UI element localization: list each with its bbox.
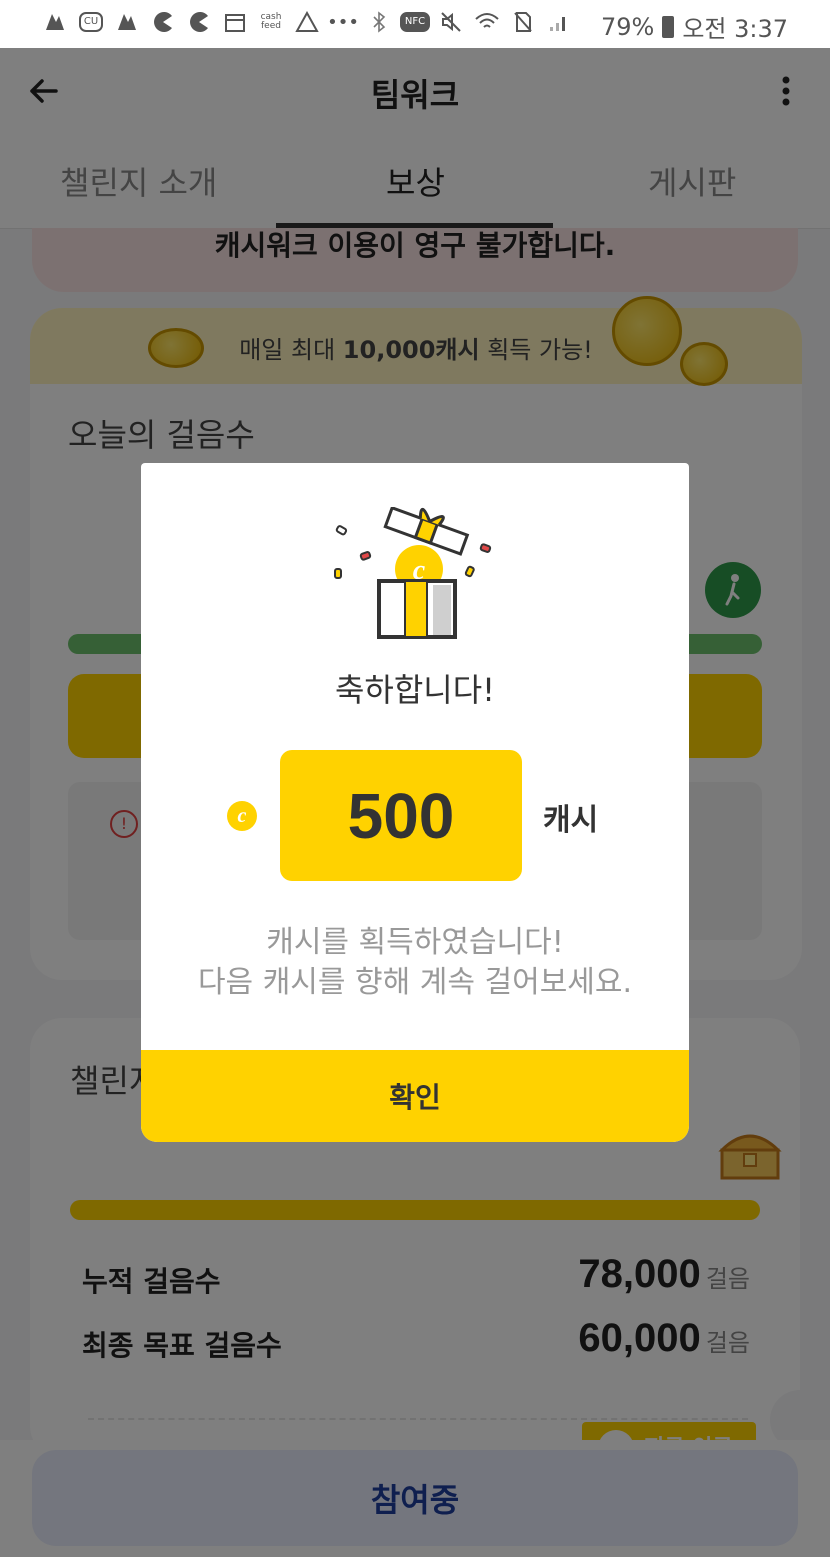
calendar-icon — [222, 10, 248, 34]
reward-modal: c 축하합니다! c 500 캐시 캐시를 획득하였습니다! 다음 캐시를 향해… — [141, 463, 689, 1142]
cashfeed-icon: cash feed — [258, 10, 284, 34]
clock: 오전 3:37 — [682, 15, 788, 43]
nfc-icon: NFC — [399, 10, 431, 34]
modal-message: 캐시를 획득하였습니다! 다음 캐시를 향해 계속 걸어보세요. — [141, 923, 689, 1003]
pacman-icon-2 — [186, 10, 212, 34]
no-sim-icon — [510, 10, 536, 34]
cashfeed-label: cash feed — [260, 12, 282, 31]
battery-percent: 79% — [600, 12, 655, 41]
cu-badge: CU — [78, 12, 104, 32]
battery-icon — [662, 15, 675, 38]
confirm-button[interactable]: 확인 — [141, 1050, 689, 1142]
pacman-icon — [150, 10, 176, 34]
nfc-badge: NFC — [399, 12, 431, 32]
cashwalk-icon — [42, 10, 68, 34]
cu-icon: CU — [78, 10, 104, 34]
reward-amount: 500 — [280, 750, 522, 881]
coin-icon: c — [227, 801, 257, 831]
mute-icon — [438, 10, 464, 34]
bluetooth-icon — [366, 10, 392, 34]
wifi-icon — [474, 10, 500, 34]
more-dots-icon: ••• — [327, 11, 359, 33]
modal-message-line1: 캐시를 획득하였습니다! — [266, 925, 564, 960]
modal-title: 축하합니다! — [334, 671, 496, 709]
signal-icon — [546, 10, 572, 34]
drive-icon — [294, 10, 320, 34]
cashwalk-icon-2 — [114, 10, 140, 34]
gift-box-icon: c — [333, 505, 497, 643]
status-bar: CU cash feed ••• NFC 79% 오전 3:37 — [0, 0, 830, 48]
reward-unit: 캐시 — [543, 803, 599, 838]
modal-message-line2: 다음 캐시를 향해 계속 걸어보세요. — [197, 965, 633, 1000]
